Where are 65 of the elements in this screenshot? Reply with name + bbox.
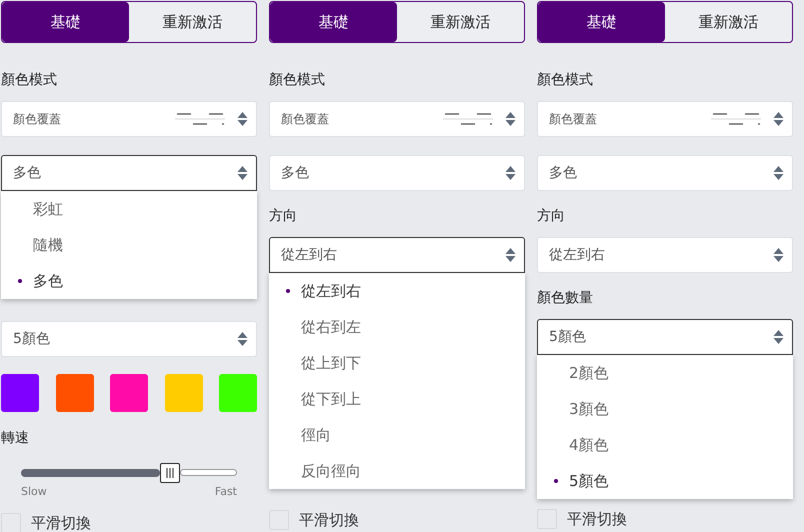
tab[interactable]: 基礎 <box>270 2 397 42</box>
sort-icon <box>773 247 784 263</box>
checkbox-label: 平滑切換 <box>567 509 627 530</box>
select-field[interactable]: 多色 <box>537 155 793 191</box>
selected-dot <box>18 279 22 283</box>
menu-option[interactable]: 4顏色 <box>537 427 793 463</box>
color-swatch[interactable] <box>1 374 39 412</box>
tab[interactable]: 重新激活 <box>129 2 256 42</box>
selected-dot <box>286 289 290 293</box>
sort-icon <box>773 329 784 345</box>
slider[interactable] <box>21 463 237 483</box>
tab[interactable]: 重新激活 <box>397 2 524 42</box>
menu-option[interactable]: 從上到下 <box>269 345 525 381</box>
field-label: 顏色模式 <box>269 71 326 89</box>
select-field[interactable]: 顏色覆蓋 <box>269 101 525 137</box>
select-field[interactable]: 顏色覆蓋 <box>1 101 257 137</box>
field-label: 顏色模式 <box>1 71 58 89</box>
field-label: 顏色數量 <box>537 289 594 307</box>
tab[interactable]: 基礎 <box>2 2 129 42</box>
checkbox-label: 平滑切換 <box>299 510 359 531</box>
menu-option[interactable]: 從下到上 <box>269 381 525 417</box>
menu-option[interactable]: 2顏色 <box>537 355 793 391</box>
menu-option[interactable]: 3顏色 <box>537 391 793 427</box>
color-swatch[interactable] <box>164 374 202 412</box>
selected-dot <box>554 479 558 483</box>
sort-icon <box>505 111 516 127</box>
sort-icon <box>237 165 248 181</box>
menu-option[interactable]: 徑向 <box>269 417 525 453</box>
field-label: 顏色模式 <box>537 71 594 89</box>
select-field[interactable]: 多色 <box>269 155 525 191</box>
color-swatch[interactable] <box>110 374 148 412</box>
menu-option[interactable]: 反向徑向 <box>269 453 525 489</box>
sort-icon <box>773 111 784 127</box>
slider-thumb[interactable] <box>160 463 180 483</box>
select-field[interactable]: 從左到右 <box>537 237 793 273</box>
pattern-icon <box>175 112 225 126</box>
field-label: 轉速 <box>1 429 30 447</box>
menu-option[interactable]: 彩虹 <box>1 191 257 227</box>
select-field[interactable]: 顏色覆蓋 <box>537 101 793 137</box>
sort-icon <box>773 165 784 181</box>
field-label: 方向 <box>269 207 298 225</box>
select-field[interactable]: 5顏色 <box>537 319 793 355</box>
sort-icon <box>505 247 516 263</box>
select-field[interactable]: 多色 <box>1 155 257 191</box>
checkbox-label: 平滑切換 <box>31 513 91 532</box>
pattern-icon <box>443 112 493 126</box>
sort-icon <box>237 331 248 347</box>
slider-min-label: Slow <box>21 485 47 498</box>
select-field[interactable]: 5顏色 <box>1 321 257 357</box>
menu-option[interactable]: 從左到右 <box>269 273 525 309</box>
slider-track <box>180 469 237 476</box>
tab[interactable]: 基礎 <box>538 2 665 42</box>
slider-max-label: Fast <box>214 485 237 498</box>
menu-option[interactable]: 從右到左 <box>269 309 525 345</box>
tab[interactable]: 重新激活 <box>665 2 792 42</box>
sort-icon <box>505 165 516 181</box>
field-label: 方向 <box>537 207 566 225</box>
pattern-icon <box>711 112 761 126</box>
menu-option[interactable]: 5顏色 <box>537 463 793 499</box>
color-swatch[interactable] <box>56 374 94 412</box>
sort-icon <box>237 111 248 127</box>
menu-option[interactable]: 隨機 <box>1 227 257 263</box>
select-field[interactable]: 從左到右 <box>269 237 525 273</box>
menu-option[interactable]: 多色 <box>1 263 257 299</box>
color-swatch[interactable] <box>219 374 257 412</box>
